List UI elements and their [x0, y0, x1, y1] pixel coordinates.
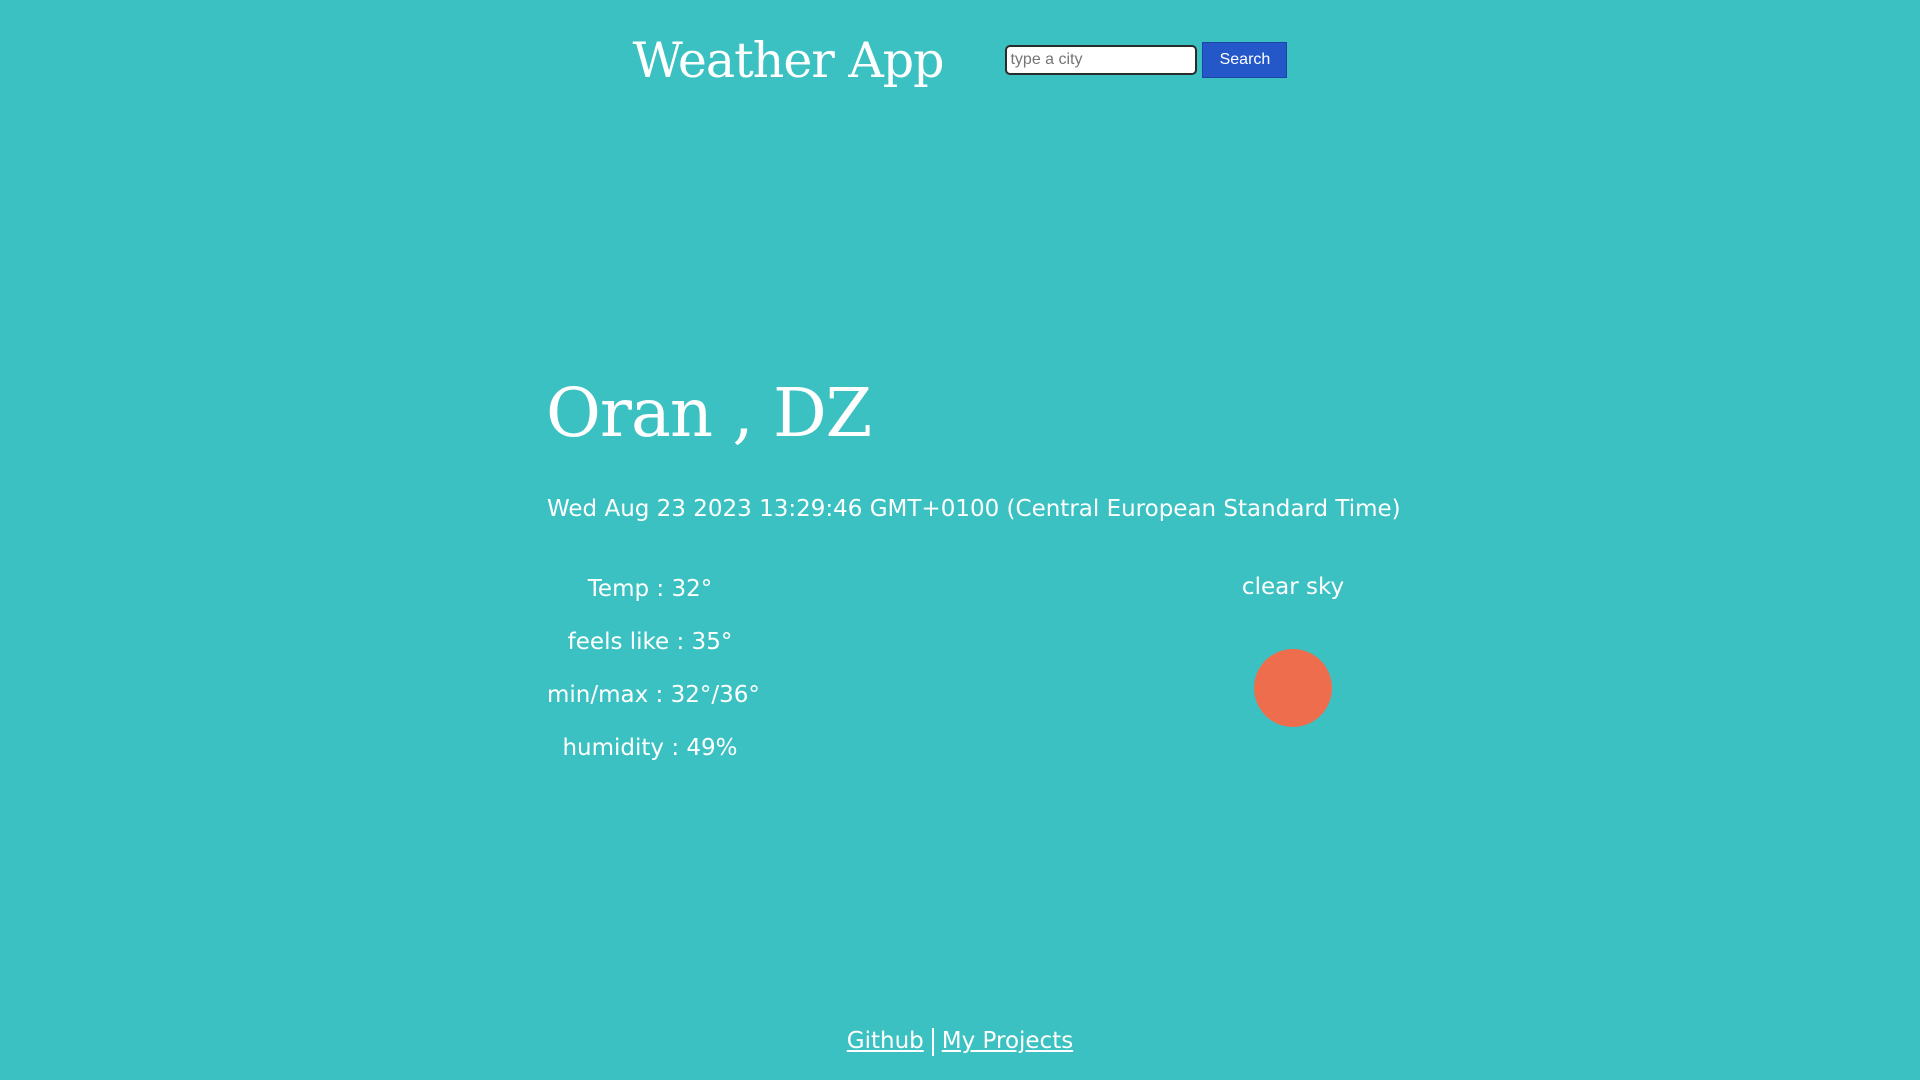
city-search-input[interactable]: [1005, 45, 1198, 75]
search-button[interactable]: Search: [1202, 42, 1288, 78]
weather-condition: clear sky: [1193, 566, 1393, 727]
weather-stats: Temp : 32° feels like : 35° min/max : 32…: [547, 567, 760, 779]
current-datetime: Wed Aug 23 2023 13:29:46 GMT+0100 (Centr…: [547, 496, 1401, 522]
stat-feels-like: feels like : 35°: [567, 629, 733, 655]
stat-temperature: Temp : 32°: [587, 576, 713, 602]
footer: Github My Projects: [0, 1022, 1920, 1060]
app-header: Weather App Search: [0, 22, 1920, 98]
app-title: Weather App: [632, 31, 945, 89]
city-name: Oran , DZ: [546, 374, 872, 452]
sun-icon: [1254, 649, 1332, 727]
stat-humidity: humidity : 49%: [562, 735, 738, 761]
github-link[interactable]: Github: [847, 1028, 924, 1054]
search-bar: Search: [1005, 42, 1288, 78]
my-projects-link[interactable]: My Projects: [942, 1028, 1073, 1054]
stat-min-max: min/max : 32°/36°: [547, 682, 760, 708]
footer-divider: [931, 1027, 934, 1056]
condition-label: clear sky: [1241, 574, 1345, 600]
